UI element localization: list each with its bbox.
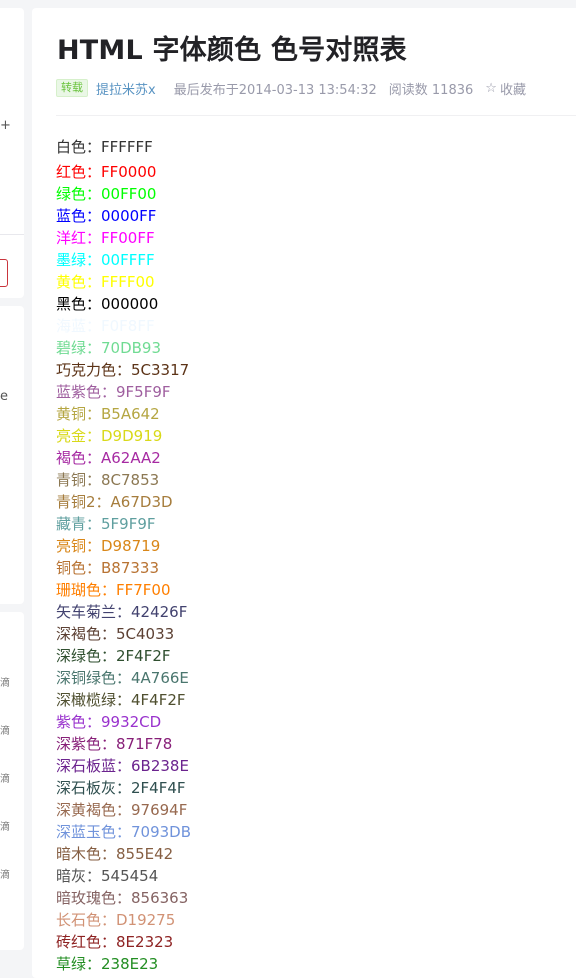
left-text-fragment: e (0, 389, 8, 404)
color-list: 白色：FFFFFF 红色：FF0000 绿色：00FF00 蓝色：0000FF 洋红：F… (56, 136, 191, 975)
color-item: 深铜绿色：4A766E (56, 669, 189, 687)
left-list-item[interactable]: 滴 (0, 770, 10, 785)
color-item: 红色：FF0000 (56, 163, 157, 181)
read-count: 阅读数 11836 (388, 82, 474, 98)
color-item: 亮金：D9D919 (56, 427, 163, 445)
color-item: 草绿：238E23 (56, 955, 159, 973)
left-divider (0, 234, 24, 235)
favorite-label: 收藏 (499, 82, 526, 98)
article-title: HTML 字体颜色 色号对照表 (57, 35, 407, 66)
left-list-item[interactable]: 滴 (0, 866, 10, 881)
publish-time: 最后发布于2014-03-13 13:54:32 (173, 82, 377, 98)
color-item: 深橄榄绿：4F4F2F (56, 691, 186, 709)
color-item: 深绿色：2F4F2F (56, 647, 171, 665)
color-item: 深紫色：871F78 (56, 735, 173, 753)
color-item: 蓝紫色：9F5F9F (56, 383, 171, 401)
color-item: 紫色：9932CD (56, 713, 162, 731)
color-item: 暗木色：855E42 (56, 845, 174, 863)
repost-badge: 转载 (56, 79, 88, 97)
color-item: 暗玫瑰色：856363 (56, 889, 189, 907)
article-meta: 转载 提拉米苏x 最后发布于2014-03-13 13:54:32 阅读数 11… (56, 78, 526, 98)
color-item: 深黄褐色：97694F (56, 801, 188, 819)
color-item: 藏青：5F9F9F (56, 515, 156, 533)
color-item: 深蓝玉色：7093DB (56, 823, 192, 841)
color-item: 黑色：000000 (56, 295, 159, 313)
left-sidebar: + e 滴 滴 滴 滴 滴 (0, 0, 24, 969)
color-item: 黄铜：B5A642 (56, 405, 160, 423)
color-item: 海蓝：F0F8FF (56, 317, 155, 335)
color-item: 深石板蓝：6B238E (56, 757, 189, 775)
left-list-item[interactable]: 滴 (0, 674, 10, 689)
color-item: 黄色：FFFF00 (56, 273, 155, 291)
color-item: 青铜2：A67D3D (56, 493, 173, 511)
left-card-info: e (0, 306, 24, 604)
color-item: 巧克力色：5C3317 (56, 361, 190, 379)
color-item: 绿色：00FF00 (56, 185, 157, 203)
color-item: 矢车菊兰：42426F (56, 603, 188, 621)
color-item: 珊瑚色：FF7F00 (56, 581, 171, 599)
color-item: 铜色：B87333 (56, 559, 160, 577)
color-item: 砖红色：8E2323 (56, 933, 174, 951)
left-list-item[interactable]: 滴 (0, 722, 10, 737)
color-item: 暗灰：545454 (56, 867, 159, 885)
color-item: 深石板灰：2F4F4F (56, 779, 186, 797)
article-card: HTML 字体颜色 色号对照表 转载 提拉米苏x 最后发布于2014-03-13… (32, 8, 576, 978)
color-item: 洋红：FF00FF (56, 229, 155, 247)
follow-button[interactable] (0, 259, 8, 287)
color-item: 亮铜：D98719 (56, 537, 161, 555)
star-outline-icon: ☆ (485, 80, 497, 96)
favorite-button[interactable]: ☆ 收藏 (485, 79, 526, 98)
color-item: 墨绿：00FFFF (56, 251, 155, 269)
color-item: 蓝色：0000FF (56, 207, 157, 225)
meta-divider (56, 115, 576, 116)
color-item: 青铜：8C7853 (56, 471, 160, 489)
plus-icon[interactable]: + (0, 118, 11, 133)
author-link[interactable]: 提拉米苏x (96, 79, 156, 98)
left-card-profile: + (0, 8, 24, 298)
left-card-list: 滴 滴 滴 滴 滴 (0, 612, 24, 950)
color-item: 白色：FFFFFF (56, 138, 153, 156)
color-item: 深褐色：5C4033 (56, 625, 175, 643)
color-item: 褐色：A62AA2 (56, 449, 161, 467)
left-list-item[interactable]: 滴 (0, 818, 10, 833)
color-item: 长石色：D19275 (56, 911, 176, 929)
color-item: 碧绿：70DB93 (56, 339, 162, 357)
